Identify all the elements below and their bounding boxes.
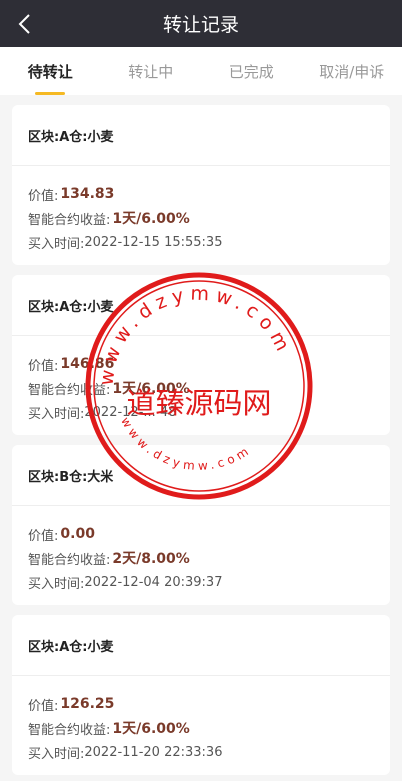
record-value-row: 价值: 126.25 (28, 692, 374, 716)
profit-label: 智能合约收益: (28, 552, 111, 568)
purchase-time: 2022-12-15 15:55:35 (84, 234, 223, 250)
purchase-time: 2022-12-... 48 (84, 404, 177, 420)
value-amount: 0.00 (60, 526, 95, 542)
record-card[interactable]: 区块:A仓:小麦 价值: 146.86 智能合约收益: 1天/6.00% 买入时… (12, 275, 390, 435)
record-title: 区块:B仓:大米 (12, 445, 390, 506)
record-profit-row: 智能合约收益: 1天/6.00% (28, 716, 374, 740)
profit-label: 智能合约收益: (28, 382, 111, 398)
record-title: 区块:A仓:小麦 (12, 275, 390, 336)
page-title: 转让记录 (162, 14, 239, 36)
value-label: 价值: (28, 358, 59, 374)
status-tabs: 待转让 转让中 已完成 取消/申诉 (0, 47, 402, 95)
time-label: 买入时间: (28, 236, 85, 252)
value-label: 价值: (28, 698, 59, 714)
value-label: 价值: (28, 528, 59, 544)
record-value-row: 价值: 134.83 (28, 182, 374, 206)
record-time-row: 买入时间: 2022-12-04 20:39:37 (28, 570, 374, 594)
app-header: 转让记录 (0, 0, 402, 47)
purchase-time: 2022-11-20 22:33:36 (84, 744, 223, 760)
record-card[interactable]: 区块:A仓:小麦 价值: 126.25 智能合约收益: 1天/6.00% 买入时… (12, 615, 390, 775)
profit-amount: 2天/8.00% (112, 551, 190, 567)
value-label: 价值: (28, 188, 59, 204)
time-label: 买入时间: (28, 746, 85, 762)
record-value-row: 价值: 0.00 (28, 522, 374, 546)
record-profit-row: 智能合约收益: 1天/6.00% (28, 376, 374, 400)
record-title: 区块:A仓:小麦 (12, 615, 390, 676)
record-time-row: 买入时间: 2022-12-15 15:55:35 (28, 230, 374, 254)
tab-completed[interactable]: 已完成 (201, 47, 302, 95)
profit-amount: 1天/6.00% (112, 211, 190, 227)
time-label: 买入时间: (28, 406, 85, 422)
value-amount: 134.83 (60, 186, 115, 202)
record-list: 区块:A仓:小麦 价值: 134.83 智能合约收益: 1天/6.00% 买入时… (0, 95, 402, 775)
record-profit-row: 智能合约收益: 2天/8.00% (28, 546, 374, 570)
value-amount: 126.25 (60, 696, 115, 712)
chevron-left-icon (18, 14, 30, 34)
tab-cancel-appeal[interactable]: 取消/申诉 (302, 47, 402, 95)
purchase-time: 2022-12-04 20:39:37 (84, 574, 223, 590)
record-profit-row: 智能合约收益: 1天/6.00% (28, 206, 374, 230)
profit-label: 智能合约收益: (28, 722, 111, 738)
record-card[interactable]: 区块:B仓:大米 价值: 0.00 智能合约收益: 2天/8.00% 买入时间:… (12, 445, 390, 605)
record-title: 区块:A仓:小麦 (12, 105, 390, 166)
value-amount: 146.86 (60, 356, 115, 372)
time-label: 买入时间: (28, 576, 85, 592)
record-value-row: 价值: 146.86 (28, 352, 374, 376)
profit-label: 智能合约收益: (28, 212, 111, 228)
tab-pending-transfer[interactable]: 待转让 (0, 47, 101, 95)
profit-amount: 1天/6.00% (112, 381, 190, 397)
record-time-row: 买入时间: 2022-11-20 22:33:36 (28, 740, 374, 764)
record-card[interactable]: 区块:A仓:小麦 价值: 134.83 智能合约收益: 1天/6.00% 买入时… (12, 105, 390, 265)
tab-transferring[interactable]: 转让中 (101, 47, 202, 95)
record-time-row: 买入时间: 2022-12-... 48 (28, 400, 374, 424)
back-button[interactable] (14, 11, 34, 37)
profit-amount: 1天/6.00% (112, 721, 190, 737)
